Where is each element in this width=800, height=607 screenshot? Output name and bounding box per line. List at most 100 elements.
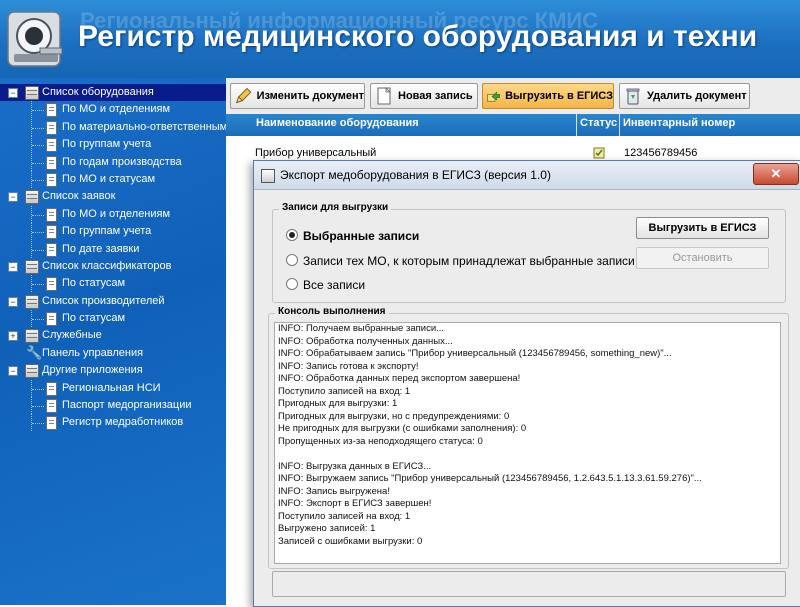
sidebar-item[interactable]: По дате заявки <box>0 240 226 258</box>
tree-line <box>32 423 44 425</box>
export-dialog: Экспорт медоборудования в ЕГИСЗ (версия … <box>253 160 800 607</box>
column-header-name[interactable]: Наименование оборудования <box>253 114 577 136</box>
sidebar-item-label: По статусам <box>62 312 126 325</box>
export-arrow-icon <box>487 91 500 102</box>
console-output[interactable]: INFO: Получаем выбранные записи... INFO: … <box>274 322 781 564</box>
radio-button[interactable] <box>286 278 298 290</box>
radio-mo-records[interactable]: Записи тех МО, к которым принадлежат выб… <box>286 252 635 270</box>
radio-selected-records[interactable]: Выбранные записи <box>286 227 419 245</box>
sidebar-item[interactable]: − Список заявок <box>0 188 226 205</box>
sidebar-item[interactable]: − Список классификаторов <box>0 258 226 275</box>
tree-line <box>32 145 44 147</box>
tree-line <box>32 406 44 408</box>
sidebar-item-label: Служебные <box>42 329 102 342</box>
console-line: Выгружено записей: 1 <box>278 523 376 534</box>
sidebar-item[interactable]: Региональная НСИ <box>0 379 226 397</box>
tree-line <box>32 110 44 112</box>
dialog-export-button[interactable]: Выгрузить в ЕГИСЗ <box>636 217 769 239</box>
expand-toggle-icon[interactable]: − <box>8 296 18 307</box>
sidebar-item[interactable]: − Другие приложения <box>0 362 226 379</box>
sidebar-item-label: По МО и статусам <box>62 172 156 185</box>
console-line: Пропущенных из-за неподходящего статуса:… <box>278 435 483 447</box>
tree-line <box>32 179 44 182</box>
status-icon <box>593 147 605 159</box>
sidebar-item-label: По годам производства <box>62 155 182 168</box>
navigation-tree: − Список оборудования По МО и отделениям По… <box>0 84 226 432</box>
delete-document-label: Удалить документ <box>647 90 747 102</box>
pencil-icon <box>236 87 252 104</box>
expand-toggle-icon[interactable]: − <box>8 192 18 203</box>
sidebar-item-label: Список производителей <box>42 294 165 307</box>
sidebar-item-label: Паспорт медорганизации <box>62 399 192 412</box>
sidebar-item[interactable]: Паспорт медорганизации <box>0 397 226 415</box>
new-record-button[interactable]: Новая запись <box>370 83 478 109</box>
sidebar-item[interactable]: По МО и отделениям <box>0 205 226 223</box>
console-line: Записей с ошибками выгрузки: 0 <box>278 535 423 547</box>
radio-button[interactable] <box>286 254 298 266</box>
sidebar-item-label: По группам учета <box>62 138 152 151</box>
sidebar-item-label: По дате заявки <box>62 242 140 255</box>
expand-toggle-icon[interactable]: + <box>8 331 18 342</box>
tree-line <box>32 319 44 321</box>
console-line: Пригодных для выгрузки: 1 <box>278 398 398 409</box>
sidebar-item-label: По материально-ответственным л <box>62 120 226 133</box>
document-icon <box>46 155 57 170</box>
sidebar-item[interactable]: По материально-ответственным л <box>0 118 226 136</box>
sidebar-item[interactable]: По статусам <box>0 310 226 328</box>
sidebar-item[interactable]: По группам учета <box>0 223 226 241</box>
document-icon <box>46 120 57 135</box>
radio-all-records[interactable]: Все записи <box>286 276 365 294</box>
expand-toggle-icon[interactable]: − <box>8 366 18 377</box>
app-header: Региональный информационный ресурс КМИС … <box>0 0 800 78</box>
app-title: Регистр медицинского оборудования и техн… <box>78 20 758 53</box>
sidebar-item[interactable]: − Список производителей <box>0 293 226 310</box>
document-icon <box>46 103 57 118</box>
console-line: Поступило записей на вход: 1 <box>278 510 411 522</box>
stop-button[interactable]: Остановить <box>636 247 769 269</box>
close-icon[interactable]: ✕ <box>753 163 799 185</box>
sidebar-item[interactable]: По МО и отделениям <box>0 101 226 119</box>
edit-document-button[interactable]: Изменить документ <box>230 83 365 109</box>
app-logo-icon <box>7 11 63 67</box>
recycle-bin-icon <box>626 88 640 105</box>
sidebar-item[interactable]: По статусам <box>0 275 226 293</box>
sidebar-item[interactable]: Регистр медработников <box>0 414 226 432</box>
sidebar-item[interactable]: По группам учета <box>0 136 226 154</box>
wrench-icon: 🔧 <box>26 344 43 360</box>
sidebar-item-label: Другие приложения <box>42 364 143 377</box>
sidebar-item[interactable]: 🔧 Панель управления <box>0 345 226 362</box>
edit-document-label: Изменить документ <box>256 90 364 102</box>
radio-button-checked[interactable] <box>286 229 298 241</box>
document-icon <box>46 277 57 292</box>
console-line: INFO: Запись выгружена! <box>278 485 390 497</box>
radio-label: Записи тех МО, к которым принадлежат выб… <box>303 254 635 268</box>
expand-toggle-icon[interactable]: − <box>8 261 18 272</box>
delete-document-button[interactable]: Удалить документ <box>619 83 750 109</box>
tree-line <box>32 249 44 252</box>
sidebar-item-label: Список заявок <box>42 190 116 203</box>
tree-line <box>32 214 44 217</box>
sidebar-item[interactable]: По МО и статусам <box>0 170 226 188</box>
document-icon <box>46 138 57 153</box>
blank-page-icon <box>377 87 391 105</box>
dialog-title-bar[interactable]: Экспорт медоборудования в ЕГИСЗ (версия … <box>254 161 800 190</box>
sidebar-item[interactable]: По годам производства <box>0 153 226 171</box>
export-egisz-button[interactable]: Выгрузить в ЕГИСЗ <box>482 83 614 109</box>
cabinet-icon <box>25 190 39 205</box>
console-group-label: Консоль выполнения <box>275 306 389 317</box>
document-icon <box>46 416 57 431</box>
sidebar-item-label: По статусам <box>62 277 126 290</box>
cabinet-icon <box>25 364 39 379</box>
document-icon <box>46 207 57 222</box>
sidebar: − Список оборудования По МО и отделениям По… <box>0 78 226 605</box>
console-line: INFO: Выгрузка данных в ЕГИСЗ... <box>278 460 432 472</box>
console-line: INFO: Обрабатываем запись "Прибор универ… <box>278 348 672 359</box>
sidebar-item[interactable]: + Служебные <box>0 327 226 344</box>
new-record-label: Новая запись <box>398 90 473 102</box>
sidebar-item[interactable]: − Список оборудования <box>0 84 226 102</box>
tree-line <box>32 284 44 286</box>
column-header-status[interactable]: Статус <box>577 114 620 136</box>
column-header-inventory[interactable]: Инвентарный номер <box>620 114 800 136</box>
expand-toggle-icon[interactable]: − <box>8 88 18 98</box>
sidebar-item-label: Список оборудования <box>42 86 154 98</box>
